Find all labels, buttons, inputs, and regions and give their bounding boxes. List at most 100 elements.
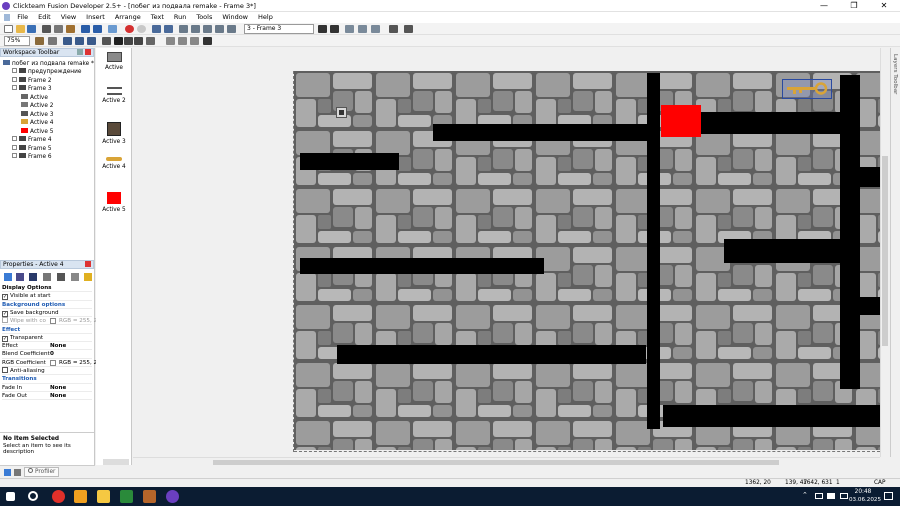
save-icon[interactable] bbox=[27, 25, 36, 33]
workspace-tree-item[interactable]: Frame 3 bbox=[12, 85, 52, 93]
app-2-icon[interactable] bbox=[143, 490, 156, 503]
menu-help[interactable]: Help bbox=[253, 12, 278, 23]
property-value[interactable]: RGB = 255, 2 bbox=[59, 359, 97, 367]
menu-edit[interactable]: Edit bbox=[33, 12, 56, 23]
property-value[interactable]: None bbox=[50, 384, 66, 392]
layers-icon[interactable] bbox=[404, 25, 413, 33]
minimize-button[interactable]: — bbox=[809, 0, 839, 12]
prop-tab-values-icon[interactable] bbox=[57, 273, 65, 281]
menu-window[interactable]: Window bbox=[217, 12, 253, 23]
menu-file[interactable]: File bbox=[12, 12, 33, 23]
event-list-icon[interactable] bbox=[191, 25, 200, 33]
paste-icon[interactable] bbox=[66, 25, 75, 33]
clock-date[interactable]: 03.06.2025 bbox=[849, 497, 881, 503]
color-swatch[interactable] bbox=[50, 318, 56, 325]
menu-tools[interactable]: Tools bbox=[191, 12, 217, 23]
zoom-select[interactable]: 75% bbox=[4, 36, 30, 46]
frame-option-icon[interactable] bbox=[371, 25, 380, 33]
network-icon[interactable] bbox=[815, 493, 823, 499]
color-swatch[interactable] bbox=[50, 359, 56, 366]
wall-block[interactable] bbox=[860, 297, 880, 315]
key-object-selected[interactable] bbox=[782, 79, 832, 99]
workspace-tree-item[interactable]: Frame 4 bbox=[12, 136, 52, 144]
app-icon[interactable] bbox=[120, 490, 133, 503]
workspace-tree-item[interactable]: Active 3 bbox=[21, 110, 53, 119]
wall-block[interactable] bbox=[724, 239, 840, 263]
property-row[interactable]: Effect None bbox=[2, 342, 92, 351]
panel-pin-icon[interactable] bbox=[77, 49, 83, 55]
wall-block[interactable] bbox=[647, 73, 660, 429]
property-row[interactable]: Fade In None bbox=[2, 384, 92, 392]
align-icon[interactable] bbox=[63, 37, 72, 45]
align-2-icon[interactable] bbox=[75, 37, 84, 45]
text-center-icon[interactable] bbox=[178, 37, 187, 45]
prop-tab-size-icon[interactable] bbox=[43, 273, 51, 281]
notification-icon[interactable] bbox=[884, 492, 893, 500]
battery-icon[interactable] bbox=[840, 493, 848, 499]
record-icon[interactable] bbox=[137, 25, 146, 33]
properties-tab-icon[interactable] bbox=[4, 469, 11, 476]
undo-icon[interactable] bbox=[81, 25, 90, 33]
wall-block[interactable] bbox=[840, 75, 860, 389]
close-button[interactable]: ✕ bbox=[869, 0, 899, 12]
palette-scrollbar[interactable] bbox=[103, 459, 129, 465]
clock-time[interactable]: 20:48 bbox=[852, 489, 874, 495]
text-right-icon[interactable] bbox=[190, 37, 199, 45]
menu-view[interactable]: View bbox=[56, 12, 81, 23]
zoom-in-icon[interactable] bbox=[48, 37, 57, 45]
hscroll-thumb[interactable] bbox=[213, 460, 779, 465]
prop-tab-settings-icon[interactable] bbox=[4, 273, 12, 281]
next-frame-icon[interactable] bbox=[330, 25, 339, 33]
bold-icon[interactable] bbox=[114, 37, 123, 45]
italic-icon[interactable] bbox=[124, 37, 133, 45]
maximize-button[interactable]: ❐ bbox=[839, 0, 869, 12]
prop-tab-events-icon[interactable] bbox=[29, 273, 37, 281]
menu-run[interactable]: Run bbox=[169, 12, 191, 23]
palette-item[interactable]: Active bbox=[96, 52, 132, 71]
properties-icon[interactable] bbox=[108, 25, 117, 33]
wall-block[interactable] bbox=[433, 124, 657, 141]
workspace-tree-item[interactable]: побег из подвала remake * bbox=[3, 60, 94, 68]
open-icon[interactable] bbox=[16, 25, 25, 33]
font-icon[interactable] bbox=[102, 37, 111, 45]
frame-editor-icon[interactable] bbox=[164, 25, 173, 33]
prop-tab-movement-icon[interactable] bbox=[71, 273, 79, 281]
property-row[interactable]: Wipe with co RGB = 255, 2 bbox=[2, 317, 97, 326]
redo-icon[interactable] bbox=[93, 25, 102, 33]
property-row[interactable]: Anti-aliasing bbox=[2, 367, 92, 376]
workspace-tree-item[interactable]: Frame 6 bbox=[12, 152, 52, 161]
clickteam-fusion-icon[interactable] bbox=[166, 490, 179, 503]
property-row[interactable]: ✓ Transparent bbox=[2, 334, 92, 343]
editor-vscrollbar[interactable] bbox=[880, 48, 889, 457]
frame-add-icon[interactable] bbox=[345, 25, 354, 33]
text-left-icon[interactable] bbox=[166, 37, 175, 45]
property-row[interactable]: RGB Coefficient RGB = 255, 2 bbox=[2, 359, 97, 367]
search-icon[interactable] bbox=[28, 491, 38, 501]
workspace-tree-item[interactable]: Frame 5 bbox=[12, 144, 52, 153]
property-checkbox[interactable]: ✓ bbox=[2, 294, 8, 301]
editor-hscrollbar[interactable] bbox=[133, 457, 880, 466]
debug-icon[interactable] bbox=[227, 25, 236, 33]
data-elements-icon[interactable] bbox=[203, 25, 212, 33]
expand-icon[interactable] bbox=[12, 76, 17, 82]
palette-item[interactable]: Active 2 bbox=[96, 87, 132, 104]
tray-chevron-icon[interactable]: ⌃ bbox=[802, 491, 808, 499]
wall-block[interactable] bbox=[663, 405, 880, 427]
expand-icon[interactable] bbox=[12, 136, 17, 142]
workspace-tree-item[interactable]: предупреждение bbox=[12, 68, 81, 76]
workspace-tree-item[interactable]: Frame 2 bbox=[12, 76, 52, 85]
property-row[interactable]: ✓ Visible at start bbox=[2, 292, 92, 301]
color-fill-icon[interactable] bbox=[146, 37, 155, 45]
property-checkbox[interactable]: ✓ bbox=[2, 335, 8, 342]
cut-icon[interactable] bbox=[42, 25, 51, 33]
wall-block[interactable] bbox=[300, 153, 399, 170]
expand-icon[interactable] bbox=[12, 85, 17, 91]
palette-item[interactable]: Active 5 bbox=[96, 192, 132, 213]
wall-block[interactable] bbox=[337, 345, 646, 364]
stop-icon[interactable] bbox=[125, 25, 134, 33]
player-portrait-active3[interactable] bbox=[336, 107, 347, 118]
property-checkbox[interactable] bbox=[2, 367, 8, 373]
underline-icon[interactable] bbox=[134, 37, 143, 45]
property-value[interactable]: None bbox=[50, 392, 66, 400]
frame-stage[interactable] bbox=[294, 71, 880, 450]
